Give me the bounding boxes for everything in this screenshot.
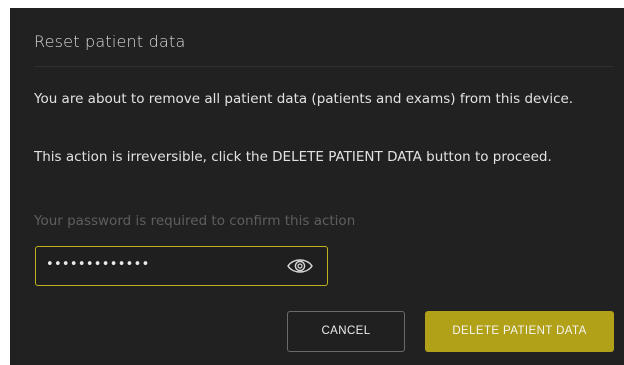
warning-message: You are about to remove all patient data… [34,91,574,107]
password-value[interactable]: ••••••••••••• [46,257,150,272]
cancel-button[interactable]: CANCEL [287,311,405,352]
delete-patient-data-button[interactable]: DELETE PATIENT DATA [425,311,614,352]
reset-patient-data-dialog: Reset patient data You are about to remo… [10,8,624,365]
eye-icon[interactable] [286,255,314,277]
dialog-title: Reset patient data [34,32,186,51]
irreversible-message: This action is irreversible, click the D… [34,149,552,165]
window-edge-line [621,8,622,17]
password-hint: Your password is required to confirm thi… [34,213,356,229]
title-divider [34,66,614,67]
password-input[interactable]: ••••••••••••• [35,246,328,286]
